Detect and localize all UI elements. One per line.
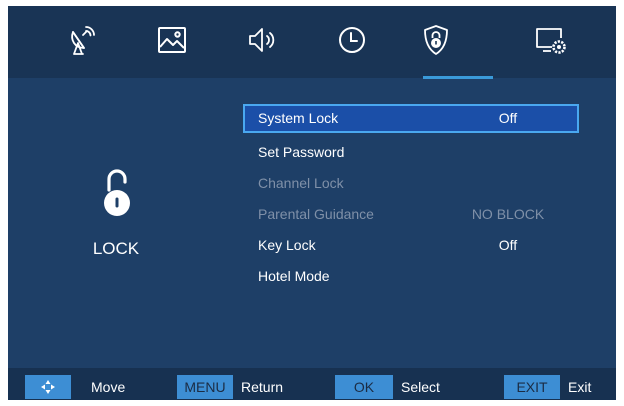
tab-sound[interactable] [240,20,284,60]
menu-item-set-password[interactable]: Set Password [243,137,579,168]
menu-item-value: Off [498,110,518,126]
ok-key[interactable]: OK [335,375,393,399]
menu-item-value: NO BLOCK [471,206,545,222]
menu-item-value: Off [498,237,518,253]
menu-item-hotel-mode[interactable]: Hotel Mode [243,261,579,292]
lock-menu: System Lock Off Set Password Channel Loc… [243,104,579,292]
menu-item-channel-lock: Channel Lock [243,168,579,199]
clock-icon [339,27,365,53]
tab-picture[interactable] [150,20,194,60]
return-label: Return [241,379,284,395]
menu-key[interactable]: MENU [177,375,233,399]
menu-item-key-lock[interactable]: Key Lock Off [243,230,579,261]
dpad-arrows-icon [41,380,55,394]
menu-item-label: System Lock [258,110,339,126]
menu-item-label: Key Lock [258,237,316,253]
menu-item-parental-guidance: Parental Guidance NO BLOCK [243,199,579,230]
picture-icon [158,27,186,53]
tab-channel[interactable] [60,20,104,60]
shield-lock-icon [424,25,448,55]
tab-setup[interactable] [528,20,572,60]
section-panel: LOCK [8,78,238,368]
exit-key[interactable]: EXIT [504,375,560,399]
monitor-settings-icon [536,28,566,54]
exit-label: Exit [568,379,592,395]
menu-item-system-lock[interactable]: System Lock Off [243,104,579,133]
satellite-dish-icon [71,26,95,55]
speaker-icon [249,28,275,52]
menu-item-label: Parental Guidance [258,206,374,222]
section-title: LOCK [92,239,140,258]
menu-item-label: Channel Lock [258,175,344,191]
key-hint-bar: Move MENU Return OK Select EXIT Exit [8,368,616,400]
move-key[interactable] [25,375,71,399]
category-tab-bar [8,6,616,79]
move-label: Move [91,379,126,395]
tab-lock[interactable] [414,20,458,60]
menu-item-label: Hotel Mode [258,268,330,284]
select-label: Select [401,379,440,395]
menu-item-label: Set Password [258,144,345,160]
padlock-icon [104,169,130,216]
active-tab-indicator [423,76,493,79]
tab-time[interactable] [330,20,374,60]
tv-osd-window: LOCK System Lock Off Set Password Channe… [8,6,616,400]
